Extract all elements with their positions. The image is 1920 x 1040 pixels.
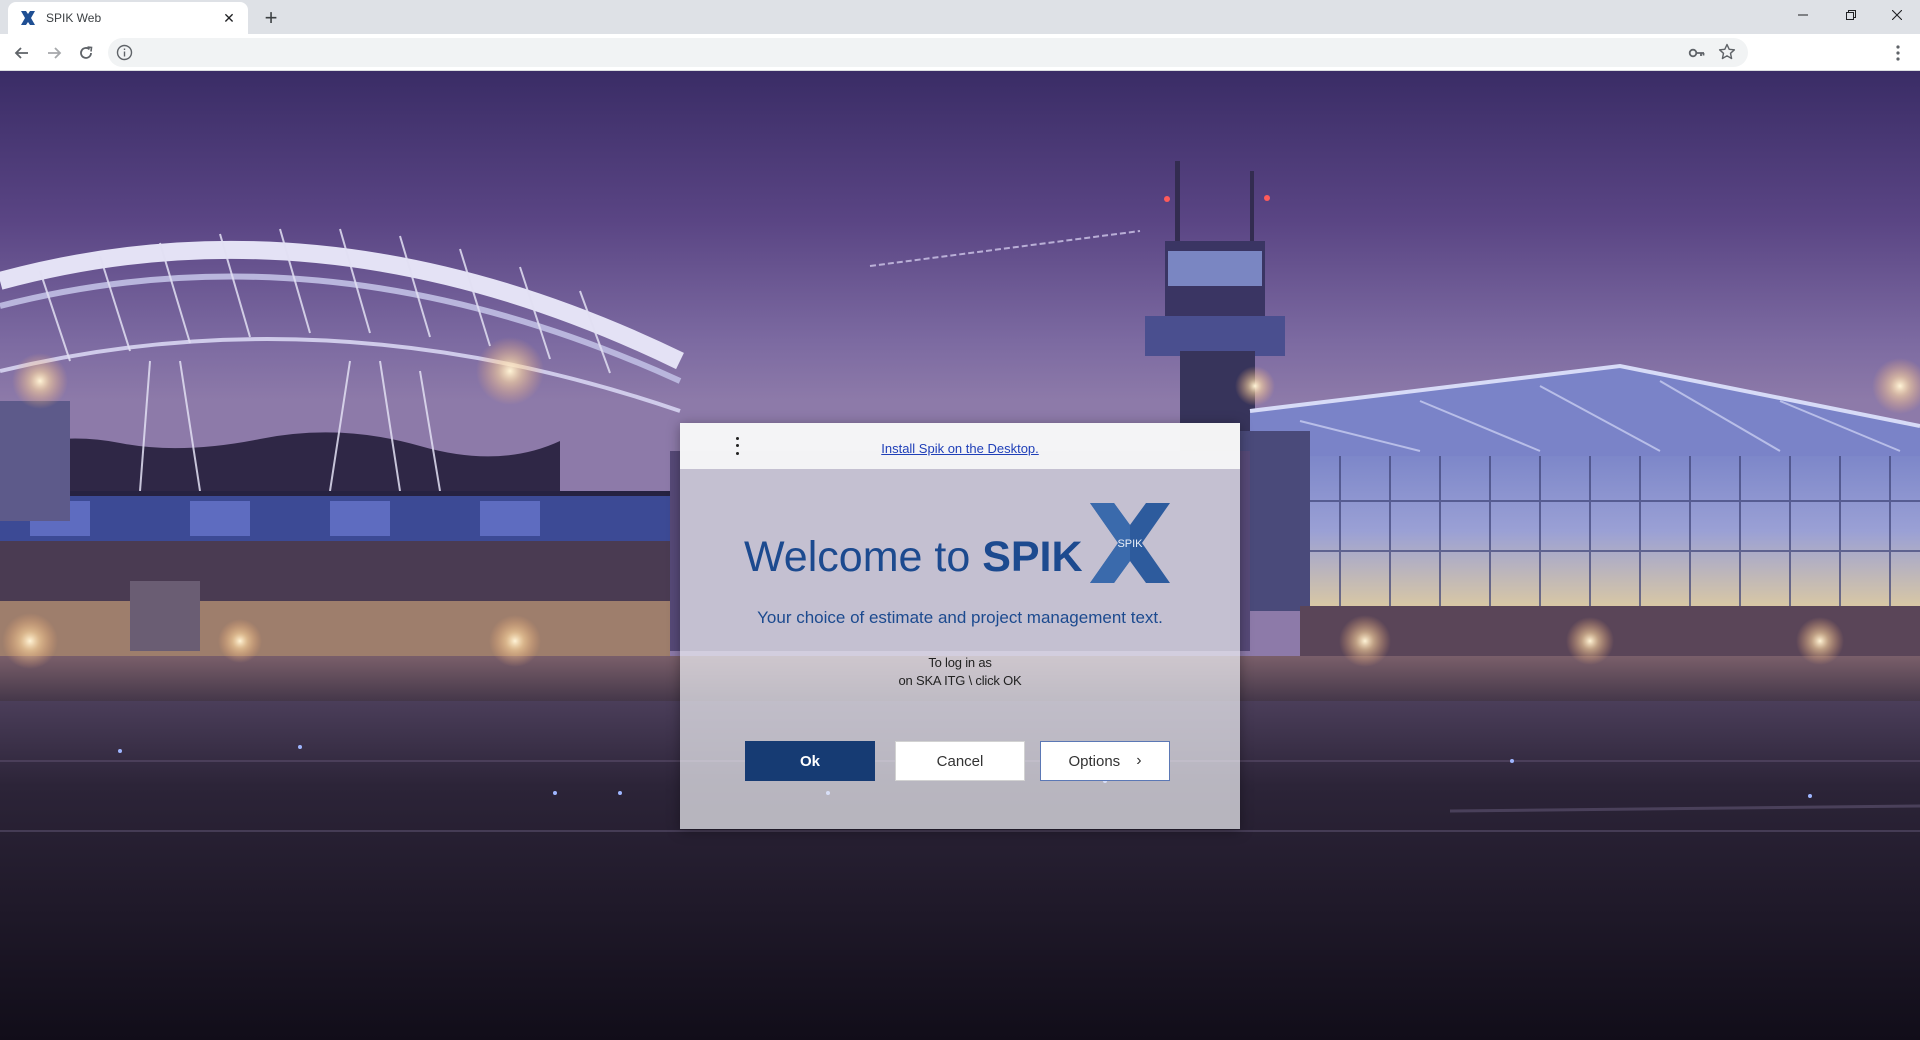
options-label: Options xyxy=(1068,752,1121,770)
tagline: Your choice of estimate and project mana… xyxy=(757,608,1163,627)
page-viewport: Install Spik on the Desktop. Welcome to … xyxy=(0,71,1920,1040)
logo-text: SPIK xyxy=(1117,538,1143,550)
star-icon[interactable] xyxy=(1718,43,1736,61)
welcome-brand: SPIK xyxy=(982,533,1083,581)
close-icon[interactable]: ✕ xyxy=(218,7,240,29)
address-bar[interactable] xyxy=(108,38,1748,67)
tab-strip: SPIK Web ✕ + xyxy=(0,0,1920,34)
minimize-icon[interactable] xyxy=(1780,0,1826,30)
spik-favicon xyxy=(20,10,36,26)
chevron-right-icon: › xyxy=(1136,752,1142,769)
restore-icon[interactable] xyxy=(1828,0,1874,30)
back-arrow-icon[interactable] xyxy=(8,39,36,67)
browser-toolbar xyxy=(0,34,1920,71)
tab-title: SPIK Web xyxy=(46,11,102,25)
info-icon[interactable] xyxy=(116,44,133,61)
ok-button[interactable]: Ok xyxy=(745,741,875,781)
options-button[interactable]: Options › xyxy=(1040,741,1170,781)
key-icon[interactable] xyxy=(1688,44,1706,62)
welcome-prefix: Welcome to xyxy=(744,533,983,581)
install-desktop-link[interactable]: Install Spik on the Desktop. xyxy=(680,441,1240,456)
plus-icon[interactable]: + xyxy=(258,5,284,31)
login-instructions-line2: on SKA ITG \ click OK xyxy=(898,673,1022,688)
browser-tab[interactable]: SPIK Web ✕ xyxy=(8,2,248,34)
close-window-icon[interactable] xyxy=(1874,0,1920,30)
login-dialog: Install Spik on the Desktop. Welcome to … xyxy=(680,423,1240,829)
cancel-button[interactable]: Cancel xyxy=(895,741,1025,781)
login-instructions-line1: To log in as xyxy=(928,655,992,670)
spik-logo: SPIK xyxy=(1090,503,1170,583)
reload-icon[interactable] xyxy=(72,39,100,67)
forward-arrow-icon[interactable] xyxy=(40,39,68,67)
kebab-menu-icon[interactable] xyxy=(1884,39,1912,67)
dialog-header: Install Spik on the Desktop. xyxy=(680,423,1240,469)
welcome-heading: Welcome to SPIK xyxy=(744,536,1083,579)
